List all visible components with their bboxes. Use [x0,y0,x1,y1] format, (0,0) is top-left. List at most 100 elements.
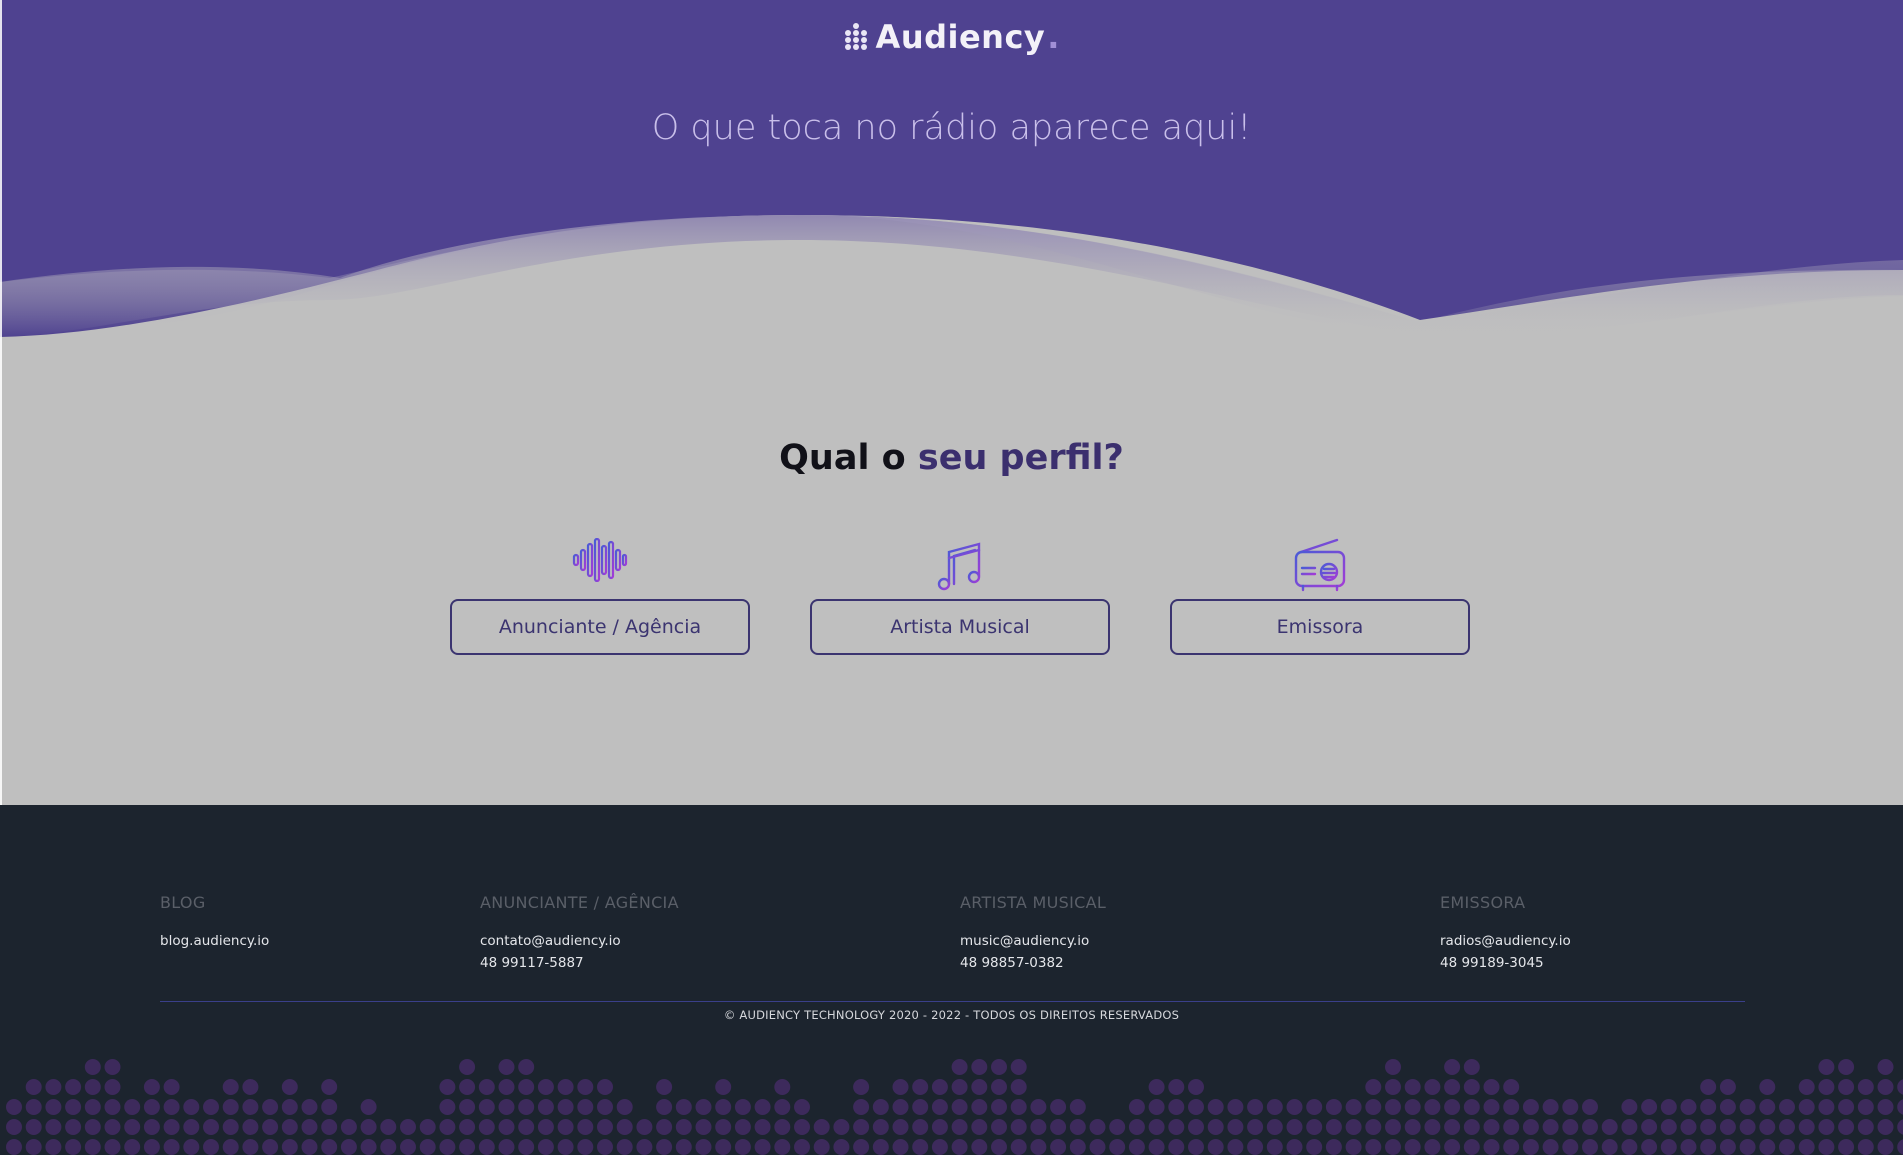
equalizer-dot [656,1139,673,1155]
equalizer-dot [951,1059,968,1075]
equalizer-dot [931,1119,948,1135]
equalizer-dot [1542,1139,1559,1155]
equalizer-dot [931,1139,948,1155]
equalizer-dot [636,1119,653,1135]
equalizer-dot [1030,1119,1047,1135]
logo-dots-icon [844,23,867,50]
equalizer-dot [1148,1099,1165,1115]
equalizer-dot [1522,1099,1539,1115]
equalizer-dot [1385,1139,1401,1155]
equalizer-dot [1857,1139,1874,1155]
equalizer-dot [616,1099,633,1115]
equalizer-dot [1621,1099,1638,1115]
equalizer-dot [360,1099,377,1115]
footer-artist-email[interactable]: music@audiency.io [960,930,1106,952]
equalizer-dot [321,1099,338,1115]
equalizer-dot [1168,1099,1185,1115]
equalizer-dot [951,1099,968,1115]
equalizer-dot [675,1119,692,1135]
equalizer-dot [380,1139,397,1155]
equalizer-dot [25,1079,42,1095]
equalizer-dot [971,1119,988,1135]
equalizer-dot [1700,1079,1717,1095]
equalizer-dot [597,1139,613,1155]
equalizer-dot [439,1099,456,1115]
equalizer-dot [1306,1099,1323,1115]
equalizer-dot [1798,1079,1815,1095]
equalizer-dot [498,1059,515,1075]
footer-col-title: ARTISTA MUSICAL [960,893,1107,912]
equalizer-dot [1227,1139,1244,1155]
equalizer-dot [183,1119,200,1135]
equalizer-dot [262,1139,279,1155]
equalizer-dot [1404,1079,1421,1095]
equalizer-dot [518,1119,535,1135]
equalizer-dot [813,1119,830,1135]
equalizer-dot [1050,1139,1067,1155]
equalizer-dot [1877,1099,1894,1115]
equalizer-dot [794,1139,810,1155]
profile-card-station: Emissora [1170,533,1470,655]
equalizer-dot [695,1119,712,1135]
equalizer-dots-decoration [6,1059,1903,1155]
equalizer-dot [222,1119,239,1135]
equalizer-dot [1739,1139,1756,1155]
musical-artist-button[interactable]: Artista Musical [810,599,1110,655]
footer-station-phone[interactable]: 48 99189-3045 [1440,952,1571,974]
equalizer-dot [577,1099,594,1115]
equalizer-dot [636,1139,653,1155]
equalizer-dot [951,1119,968,1135]
equalizer-dot [1325,1119,1342,1135]
equalizer-dot [734,1119,751,1135]
equalizer-dot [1148,1079,1165,1095]
footer-advertiser-email[interactable]: contato@audiency.io [480,930,679,952]
equalizer-dot [813,1139,830,1155]
equalizer-dot [1286,1099,1303,1115]
equalizer-dot [616,1119,633,1135]
equalizer-dot [1050,1119,1067,1135]
equalizer-dot [1109,1119,1126,1135]
advertiser-agency-button[interactable]: Anunciante / Agência [450,599,750,655]
equalizer-dot [6,1099,22,1115]
equalizer-dot [1562,1119,1579,1135]
equalizer-dot [774,1099,791,1115]
equalizer-dot [1306,1119,1323,1135]
equalizer-dot [84,1139,101,1155]
equalizer-dot [25,1119,42,1135]
equalizer-dot [124,1099,141,1115]
logo[interactable]: Audiency . [0,18,1903,56]
radio-station-button[interactable]: Emissora [1170,599,1470,655]
equalizer-dot [1857,1119,1874,1135]
equalizer-dot [1385,1059,1401,1075]
equalizer-dot [45,1139,62,1155]
equalizer-dot [498,1099,515,1115]
equalizer-dot [360,1119,377,1135]
equalizer-dot [892,1099,909,1115]
equalizer-dot [65,1139,82,1155]
equalizer-dot [1660,1139,1677,1155]
equalizer-dot [1188,1079,1204,1095]
equalizer-dot [1542,1099,1559,1115]
equalizer-dot [242,1139,259,1155]
equalizer-dot [1621,1139,1638,1155]
equalizer-dot [1247,1139,1264,1155]
equalizer-dot [1601,1139,1618,1155]
footer-station-email[interactable]: radios@audiency.io [1440,930,1571,952]
equalizer-dot [715,1079,732,1095]
equalizer-dot [84,1079,101,1095]
footer-blog-link[interactable]: blog.audiency.io [160,930,269,952]
equalizer-dot [872,1119,889,1135]
equalizer-dot [321,1119,338,1135]
equalizer-dot [1385,1119,1401,1135]
equalizer-dot [1030,1139,1047,1155]
equalizer-dot [774,1139,791,1155]
equalizer-dot [991,1099,1007,1115]
footer-artist-phone[interactable]: 48 98857-0382 [960,952,1106,974]
logo-text: Audiency [875,18,1046,56]
equalizer-dot [400,1139,416,1155]
equalizer-dot [1010,1059,1027,1075]
equalizer-dot [892,1079,909,1095]
equalizer-dot [143,1119,160,1135]
equalizer-dot [991,1059,1007,1075]
footer-advertiser-phone[interactable]: 48 99117-5887 [480,952,679,974]
